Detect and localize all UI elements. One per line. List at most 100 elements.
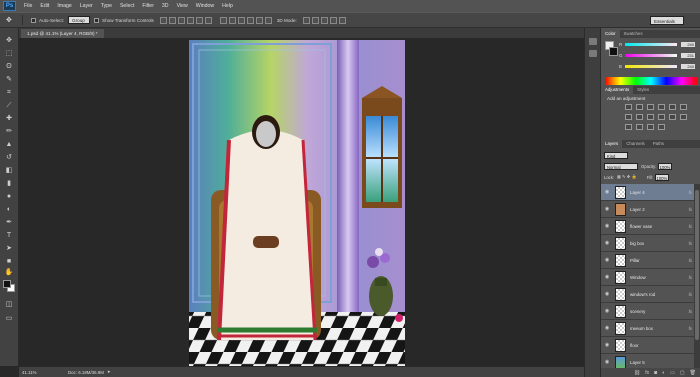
brush-tool-icon[interactable]: ✏ bbox=[3, 127, 15, 137]
opacity-input[interactable]: 100% bbox=[658, 162, 673, 170]
color-balance-icon[interactable] bbox=[625, 114, 632, 120]
visibility-eye-icon[interactable]: ◉ bbox=[603, 274, 611, 280]
brightness-contrast-icon[interactable] bbox=[625, 104, 632, 110]
tab-swatches[interactable]: Swatches bbox=[620, 30, 647, 38]
layer-row[interactable]: ◉ flower vase fx bbox=[601, 218, 694, 235]
visibility-eye-icon[interactable]: ◉ bbox=[603, 206, 611, 212]
tab-styles[interactable]: Styles bbox=[633, 86, 653, 94]
visibility-eye-icon[interactable]: ◉ bbox=[603, 325, 611, 331]
3d-scale-icon[interactable] bbox=[338, 16, 346, 24]
color-value-input[interactable]: 240 bbox=[681, 41, 695, 47]
selective-color-icon[interactable] bbox=[647, 124, 654, 130]
align-right-icon[interactable] bbox=[204, 16, 212, 24]
align-top-icon[interactable] bbox=[159, 16, 167, 24]
crop-tool-icon[interactable]: ⌗ bbox=[3, 88, 15, 98]
tab-layers[interactable]: Layers bbox=[601, 140, 623, 148]
align-hcenter-icon[interactable] bbox=[195, 16, 203, 24]
document-tab[interactable]: 1.psd @ 41.1% (Layer 4, RGB/8) * bbox=[21, 29, 104, 38]
quick-select-tool-icon[interactable]: ✎ bbox=[3, 75, 15, 85]
add-mask-icon[interactable]: ◙ bbox=[654, 370, 657, 376]
layer-row[interactable]: ◉ Layer 4 fx bbox=[601, 184, 694, 201]
transform-controls-checkbox[interactable] bbox=[94, 17, 100, 23]
history-brush-tool-icon[interactable]: ↺ bbox=[3, 153, 15, 163]
align-left-icon[interactable] bbox=[186, 16, 194, 24]
3d-roll-icon[interactable] bbox=[311, 16, 319, 24]
menu-window[interactable]: Window bbox=[196, 3, 214, 9]
gradient-map-icon[interactable] bbox=[658, 124, 665, 130]
workspace-dropdown[interactable]: Essentials bbox=[650, 16, 684, 25]
distribute-bottom-icon[interactable] bbox=[237, 16, 245, 24]
shape-tool-icon[interactable]: ■ bbox=[3, 257, 15, 267]
color-slider-r[interactable]: R 240 bbox=[619, 41, 699, 47]
eyedropper-tool-icon[interactable]: ⟋ bbox=[3, 101, 15, 111]
menu-layer[interactable]: Layer bbox=[80, 3, 93, 9]
visibility-eye-icon[interactable]: ◉ bbox=[603, 240, 611, 246]
canvas-workspace[interactable] bbox=[19, 38, 584, 366]
tab-channels[interactable]: Channels bbox=[622, 140, 649, 148]
layer-row[interactable]: ◉ scenery fx bbox=[601, 303, 694, 320]
3d-slide-icon[interactable] bbox=[329, 16, 337, 24]
align-bottom-icon[interactable] bbox=[177, 16, 185, 24]
color-slider-track[interactable] bbox=[625, 64, 677, 68]
marquee-tool-icon[interactable]: ⬚ bbox=[3, 49, 15, 59]
menu-type[interactable]: Type bbox=[101, 3, 112, 9]
tab-adjustments[interactable]: Adjustments bbox=[601, 86, 634, 94]
new-layer-icon[interactable]: ▢ bbox=[680, 370, 685, 376]
new-group-icon[interactable]: ▭ bbox=[670, 370, 675, 376]
3d-pan-icon[interactable] bbox=[320, 16, 328, 24]
fx-icon[interactable]: fx bbox=[689, 326, 692, 331]
visibility-eye-icon[interactable]: ◉ bbox=[603, 342, 611, 348]
channel-mixer-icon[interactable] bbox=[658, 114, 665, 120]
black-white-icon[interactable] bbox=[636, 114, 643, 120]
color-value-input[interactable]: 231 bbox=[681, 52, 695, 58]
threshold-icon[interactable] bbox=[636, 124, 643, 130]
layer-filter-kind-dropdown[interactable]: Kind bbox=[604, 151, 628, 159]
properties-panel-icon[interactable] bbox=[589, 50, 597, 57]
distribute-top-icon[interactable] bbox=[219, 16, 227, 24]
eraser-tool-icon[interactable]: ◧ bbox=[3, 166, 15, 176]
zoom-level-field[interactable]: 41.11% bbox=[22, 369, 40, 376]
type-tool-icon[interactable]: T bbox=[3, 231, 15, 241]
color-spectrum[interactable] bbox=[605, 77, 697, 85]
link-layers-icon[interactable]: ⛓ bbox=[634, 370, 640, 376]
history-panel-icon[interactable] bbox=[589, 38, 597, 45]
visibility-eye-icon[interactable]: ◉ bbox=[603, 189, 611, 195]
menu-select[interactable]: Select bbox=[120, 3, 134, 9]
curves-icon[interactable] bbox=[647, 104, 654, 110]
vibrance-icon[interactable] bbox=[669, 104, 676, 110]
layer-row[interactable]: ◉ meeum box fx bbox=[601, 320, 694, 337]
lock-icons[interactable]: ▦ ✎ ✥ 🔒 bbox=[617, 174, 637, 180]
fx-icon[interactable]: fx bbox=[689, 207, 692, 212]
menu-view[interactable]: View bbox=[177, 3, 188, 9]
visibility-eye-icon[interactable]: ◉ bbox=[603, 359, 611, 365]
clone-stamp-tool-icon[interactable]: ▲ bbox=[3, 140, 15, 150]
layer-row[interactable]: ◉ Window fx bbox=[601, 269, 694, 286]
quick-mask-icon[interactable]: ◫ bbox=[3, 300, 15, 310]
hue-saturation-icon[interactable] bbox=[680, 104, 687, 110]
color-value-input[interactable]: 240 bbox=[681, 63, 695, 69]
pen-tool-icon[interactable]: ✒ bbox=[3, 218, 15, 228]
3d-rotate-icon[interactable] bbox=[302, 16, 310, 24]
distribute-hcenter-icon[interactable] bbox=[255, 16, 263, 24]
visibility-eye-icon[interactable]: ◉ bbox=[603, 223, 611, 229]
menu-3d[interactable]: 3D bbox=[162, 3, 169, 9]
color-slider-track[interactable] bbox=[625, 53, 677, 57]
visibility-eye-icon[interactable]: ◉ bbox=[603, 257, 611, 263]
align-vcenter-icon[interactable] bbox=[168, 16, 176, 24]
screen-mode-icon[interactable]: ▭ bbox=[3, 314, 15, 324]
exposure-icon[interactable] bbox=[658, 104, 665, 110]
color-background-swatch[interactable] bbox=[609, 47, 618, 56]
menu-help[interactable]: Help bbox=[222, 3, 233, 9]
visibility-eye-icon[interactable]: ◉ bbox=[603, 308, 611, 314]
auto-select-checkbox[interactable] bbox=[31, 17, 36, 23]
menu-file[interactable]: File bbox=[24, 3, 32, 9]
fx-icon[interactable]: fx bbox=[689, 309, 692, 314]
levels-icon[interactable] bbox=[636, 104, 643, 110]
layer-row[interactable]: ◉ Layer 2 fx bbox=[601, 201, 694, 218]
blur-tool-icon[interactable]: ● bbox=[3, 192, 15, 202]
visibility-eye-icon[interactable]: ◉ bbox=[603, 291, 611, 297]
layer-row[interactable]: ◉ floor bbox=[601, 337, 694, 354]
move-tool-icon[interactable]: ✥ bbox=[3, 36, 15, 46]
fx-icon[interactable]: fx bbox=[689, 241, 692, 246]
layer-row[interactable]: ◉ Pillar fx bbox=[601, 252, 694, 269]
